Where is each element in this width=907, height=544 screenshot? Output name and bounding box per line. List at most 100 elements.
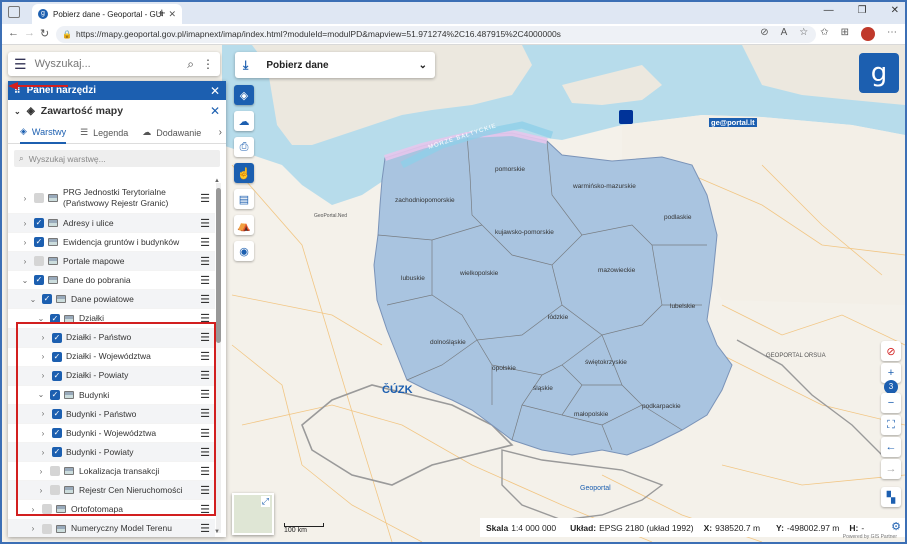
layer-checkbox[interactable]: ✓ [34, 237, 44, 248]
layer-menu-icon[interactable]: ☰ [198, 217, 212, 230]
hand-tool-button[interactable]: ☝ [234, 163, 254, 183]
layer-row[interactable]: ⌄ ✓ Dane do pobrania ☰ [8, 271, 215, 291]
chevron-right-icon[interactable]: › [20, 219, 30, 228]
tab-layers[interactable]: ◈ Warstwy [20, 122, 67, 144]
more-options-icon[interactable]: ⋮ [202, 57, 214, 71]
close-section-icon[interactable]: ✕ [210, 104, 220, 118]
eu-flag-icon[interactable] [619, 110, 633, 124]
chevron-right-icon[interactable]: › [20, 257, 30, 266]
map-content-header[interactable]: ⌄ ◈ Zawartość mapy ✕ [8, 100, 226, 122]
scrollbar-thumb[interactable] [216, 188, 221, 343]
layer-checkbox[interactable]: ✓ [34, 218, 44, 229]
layer-menu-icon[interactable]: ☰ [198, 522, 212, 535]
layer-type-icon [56, 524, 66, 533]
profile-avatar-icon[interactable] [861, 27, 875, 41]
chevron-right-icon[interactable]: › [20, 238, 30, 247]
red-arrow-icon [8, 82, 68, 90]
collections-icon[interactable]: ⊞ [841, 27, 849, 41]
close-tab-icon[interactable]: ✕ [168, 9, 176, 20]
layer-menu-icon[interactable]: ☰ [198, 236, 212, 249]
geoportal-sk-link[interactable]: Geoportal [580, 485, 611, 492]
tab-legend[interactable]: ☰ Legenda [80, 122, 128, 144]
no-location-icon[interactable]: ⊘ [881, 341, 901, 361]
read-aloud-icon[interactable]: A [781, 27, 788, 41]
measure-tool-button[interactable]: ⛺ [234, 215, 254, 235]
more-icon[interactable]: ⋯ [887, 27, 897, 41]
layer-label: Dane do pobrania [63, 275, 131, 286]
layer-checkbox[interactable]: ✓ [42, 294, 52, 305]
fullscreen-button[interactable]: ⛶ [881, 415, 901, 435]
chevron-right-icon[interactable]: › [28, 524, 38, 533]
layer-checkbox[interactable] [42, 523, 52, 534]
layer-checkbox[interactable] [34, 256, 44, 267]
tab-add[interactable]: ☁ Dodawanie [142, 122, 201, 144]
minimize-icon[interactable]: — [824, 5, 834, 16]
cloud-tool-button[interactable]: ☁ [234, 111, 254, 131]
voiv-label: śląskie [533, 385, 553, 392]
layer-menu-icon[interactable]: ☰ [198, 274, 212, 287]
new-tab-icon[interactable]: + [158, 5, 166, 20]
layers-icon: ◈ [20, 126, 27, 136]
scroll-up-icon[interactable]: ▲ [214, 178, 220, 184]
geoportal-lt-link[interactable]: ge@portal.lt [709, 118, 757, 127]
print-tool-button[interactable]: ⎙ [234, 137, 254, 157]
map-view[interactable]: MORZE BAŁTYCKIE pomorskie zachodniopomor… [2, 45, 905, 542]
close-window-icon[interactable]: ✕ [891, 5, 899, 16]
layer-row[interactable]: › PRG Jednostki Terytorialne (Państwowy R… [8, 183, 215, 214]
zoom-out-button[interactable]: − [881, 393, 901, 413]
settings-gear-icon[interactable]: ⚙ [891, 520, 901, 533]
expand-icon[interactable]: ⤢ [260, 496, 270, 507]
back-view-button[interactable]: ← [881, 437, 901, 457]
basemap-button[interactable]: ▚ [881, 487, 901, 507]
geoportal-orsua-link[interactable]: GEOPORTAL ORSUA [766, 353, 826, 359]
layer-search-input[interactable]: ⌕ Wyszukaj warstwę... [14, 150, 220, 167]
layer-type-icon [48, 257, 58, 266]
forward-icon[interactable]: → [24, 27, 35, 39]
geoportal-logo[interactable]: g [859, 53, 899, 93]
layer-checkbox[interactable]: ✓ [34, 275, 44, 286]
camera-tool-button[interactable]: ◉ [234, 241, 254, 261]
reload-icon[interactable]: ↻ [40, 27, 49, 40]
tab-actions-icon[interactable] [8, 6, 20, 18]
layer-type-icon [48, 238, 58, 247]
layer-label: Dane powiatowe [71, 294, 134, 305]
layer-menu-icon[interactable]: ☰ [198, 192, 212, 205]
chevron-down-icon[interactable]: ⌄ [28, 295, 38, 304]
chevron-down-icon[interactable]: ⌄ [14, 107, 21, 116]
tracking-icon[interactable]: ⊘ [760, 27, 768, 41]
layer-menu-icon[interactable]: ☰ [198, 293, 212, 306]
scale-value[interactable]: 1:4 000 000 [511, 523, 556, 533]
back-icon[interactable]: ← [8, 27, 19, 39]
menu-icon[interactable]: ☰ [14, 56, 27, 73]
layer-label: Portale mapowe [63, 255, 125, 266]
layer-row[interactable]: › ✓ Adresy i ulice ☰ [8, 214, 215, 234]
chevron-right-icon[interactable]: › [219, 127, 222, 138]
layer-row[interactable]: › ✓ Ewidencja gruntów i budynków ☰ [8, 233, 215, 253]
close-panel-icon[interactable]: ✕ [210, 84, 220, 98]
layer-row[interactable]: › Portale mapowe ☰ [8, 252, 215, 272]
forward-view-button[interactable]: → [881, 459, 901, 479]
chevron-right-icon[interactable]: › [20, 194, 30, 203]
chevron-down-icon[interactable]: ⌄ [20, 276, 30, 285]
module-selector[interactable]: ⤓ Pobierz dane ⌄ [235, 52, 435, 78]
layer-row[interactable]: › Numeryczny Model Terenu ☰ [8, 519, 215, 537]
favorite-star-icon[interactable]: ☆ [799, 27, 808, 41]
panel-scrollbar[interactable] [216, 183, 221, 533]
search-input[interactable]: Wyszukaj... [35, 58, 180, 70]
geoportal-de-link[interactable]: GeoPortal.Ned [314, 213, 347, 219]
search-icon[interactable]: ⌕ [187, 57, 194, 72]
layers-tool-button[interactable]: ◈ [234, 85, 254, 105]
url-field[interactable]: 🔒 https://mapy.geoportal.gov.pl/imapnext/… [56, 26, 816, 43]
crs-value[interactable]: EPSG 2180 (układ 1992) [599, 523, 694, 533]
overview-map[interactable]: ⤢ [232, 493, 274, 535]
maximize-icon[interactable]: ❐ [858, 5, 867, 16]
layer-menu-icon[interactable]: ☰ [198, 255, 212, 268]
cuzk-link[interactable]: ČÚZK [382, 384, 413, 396]
clipboard-tool-button[interactable]: ▤ [234, 189, 254, 209]
layer-row[interactable]: ⌄ ✓ Dane powiatowe ☰ [8, 290, 215, 310]
layer-checkbox[interactable] [34, 193, 44, 203]
browser-toolbar: ⊘ A ☆ ✩ ⊞ ⋯ [760, 27, 897, 41]
search-box: ☰ Wyszukaj... ⌕ ⋮ [8, 52, 220, 76]
scroll-down-icon[interactable]: ▼ [214, 529, 220, 535]
favorites-icon[interactable]: ✩ [820, 27, 828, 41]
